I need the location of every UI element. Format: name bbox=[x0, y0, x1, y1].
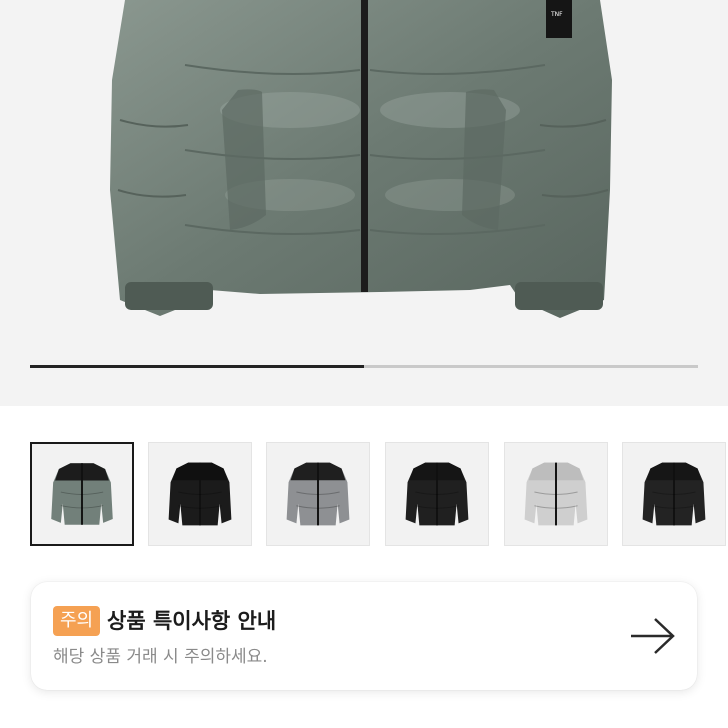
thumbnail-black-gloss[interactable] bbox=[148, 442, 252, 546]
thumbnail-grey[interactable] bbox=[266, 442, 370, 546]
caution-badge: 주의 bbox=[53, 606, 101, 636]
arrow-right-icon[interactable] bbox=[629, 616, 677, 656]
product-main-image: TNF bbox=[110, 0, 612, 318]
notice-title: 상품 특이사항 안내 bbox=[107, 609, 277, 633]
gallery-progress-fill bbox=[30, 365, 364, 368]
product-notice-card[interactable]: 주의 상품 특이사항 안내 해당 상품 거래 시 주의하세요. bbox=[31, 582, 697, 690]
thumbnail-strip bbox=[0, 440, 728, 548]
thumbnail-black[interactable] bbox=[385, 442, 489, 546]
jacket-thumbnail-image bbox=[168, 462, 232, 526]
jacket-thumbnail-image bbox=[642, 462, 706, 526]
product-image-gallery[interactable]: TNF bbox=[0, 0, 728, 406]
notice-subtitle: 해당 상품 거래 시 주의하세요. bbox=[53, 647, 268, 667]
thumbnail-green-grey[interactable] bbox=[30, 442, 134, 546]
jacket-thumbnail-image bbox=[524, 462, 588, 526]
thumbnail-white-camo[interactable] bbox=[504, 442, 608, 546]
gallery-progress-track bbox=[30, 365, 698, 368]
thumbnail-black-matte[interactable] bbox=[622, 442, 726, 546]
jacket-thumbnail-image bbox=[405, 462, 469, 526]
svg-text:TNF: TNF bbox=[550, 11, 563, 18]
jacket-thumbnail-image bbox=[51, 463, 113, 525]
jacket-thumbnail-image bbox=[286, 462, 350, 526]
